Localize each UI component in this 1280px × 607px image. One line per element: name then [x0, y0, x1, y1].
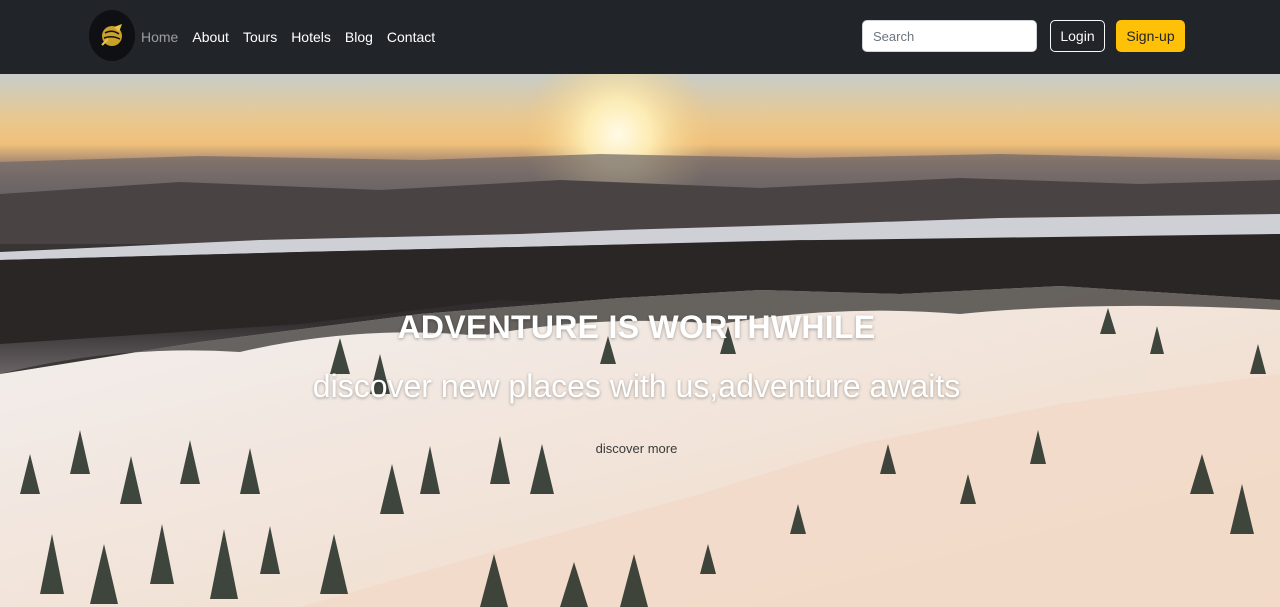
- nav-link-blog[interactable]: Blog: [345, 29, 373, 45]
- discover-more-link[interactable]: discover more: [0, 441, 1273, 456]
- login-button[interactable]: Login: [1050, 20, 1105, 52]
- brand-logo[interactable]: [89, 10, 135, 61]
- nav-link-home[interactable]: Home: [141, 29, 178, 45]
- hero-title: ADVENTURE IS WORTHWHILE: [397, 309, 876, 345]
- top-navbar: Home About Tours Hotels Blog Contact Log…: [0, 0, 1280, 74]
- signup-button[interactable]: Sign-up: [1116, 20, 1185, 52]
- nav-link-hotels[interactable]: Hotels: [291, 29, 331, 45]
- nav-link-tours[interactable]: Tours: [243, 29, 277, 45]
- nav-link-about[interactable]: About: [192, 29, 229, 45]
- rocket-globe-logo-icon: [101, 23, 122, 46]
- search-input[interactable]: [862, 20, 1037, 52]
- nav-links: Home About Tours Hotels Blog Contact: [141, 0, 449, 74]
- nav-link-contact[interactable]: Contact: [387, 29, 435, 45]
- hero-banner: ADVENTURE IS WORTHWHILE discover new pla…: [0, 74, 1280, 607]
- hero-subtitle: discover new places with us,adventure aw…: [312, 368, 961, 404]
